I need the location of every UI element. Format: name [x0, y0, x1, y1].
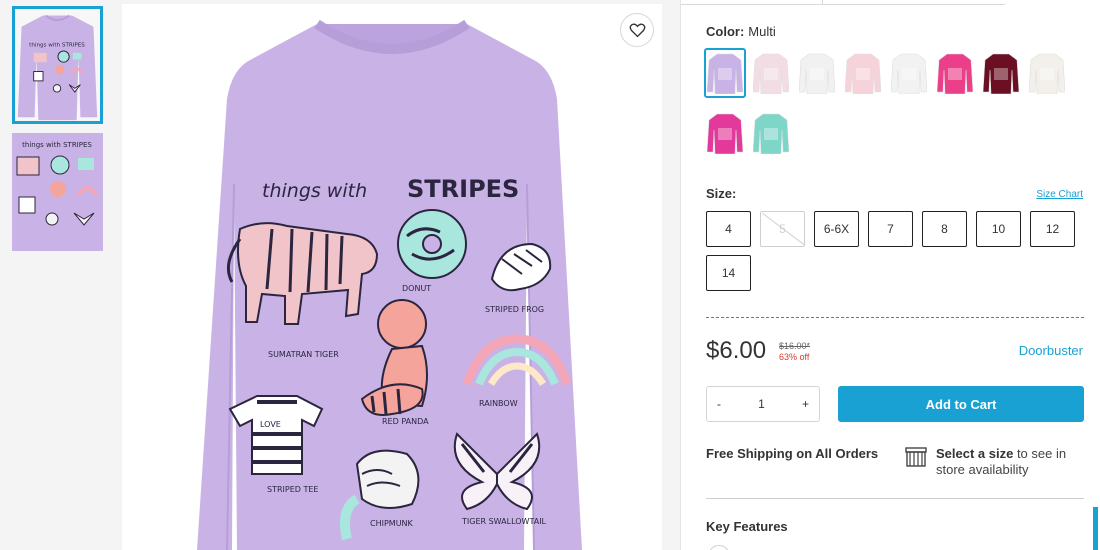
thumbnail-closeup-image: things with STRIPES [12, 133, 103, 251]
heart-icon [629, 22, 645, 37]
svg-text:things with STRIPES: things with STRIPES [29, 42, 85, 48]
swatch-shirt-image [937, 53, 973, 94]
color-swatch-6[interactable] [934, 48, 976, 98]
scroll-indicator[interactable] [1093, 507, 1098, 550]
color-swatch-5[interactable] [888, 48, 930, 98]
rainbow-label: RAINBOW [479, 399, 518, 408]
color-swatch-10[interactable] [750, 108, 792, 158]
color-swatch-8[interactable] [1026, 48, 1068, 98]
add-to-cart-button[interactable]: Add to Cart [838, 386, 1084, 422]
swatch-shirt-image [707, 113, 743, 154]
shirt-illustration: things with STRIPES SUMATRAN TIGER DONUT… [122, 4, 662, 550]
quantity-stepper: - 1 + [706, 386, 820, 422]
swatch-shirt-image [799, 53, 835, 94]
donut-label: DONUT [402, 284, 431, 293]
doorbuster-badge: Doorbuster [1018, 343, 1083, 358]
select-size-bold[interactable]: Select a size [936, 446, 1013, 461]
shirt-headline-right: STRIPES [407, 175, 519, 203]
color-value: Multi [748, 24, 776, 39]
color-swatch-7[interactable] [980, 48, 1022, 98]
size-option-10[interactable]: 10 [976, 211, 1021, 247]
tab-divider [822, 0, 823, 5]
color-swatch-9[interactable] [704, 108, 746, 158]
size-option-14[interactable]: 14 [706, 255, 751, 291]
main-product-image: things with STRIPES SUMATRAN TIGER DONUT… [122, 4, 662, 550]
quantity-decrease-button[interactable]: - [717, 397, 721, 411]
svg-text:things with STRIPES: things with STRIPES [22, 141, 92, 149]
swatch-shirt-image [753, 53, 789, 94]
swatch-shirt-image [753, 113, 789, 154]
thumbnail-front-image: things with STRIPES [15, 9, 100, 121]
swatch-shirt-image [983, 53, 1019, 94]
size-option-12[interactable]: 12 [1030, 211, 1075, 247]
unavailable-slash [762, 212, 804, 246]
quantity-increase-button[interactable]: + [802, 397, 809, 411]
frog-label: STRIPED FROG [485, 305, 544, 314]
panda-label: RED PANDA [382, 417, 429, 426]
quantity-input[interactable]: 1 [758, 397, 765, 411]
color-swatch-1[interactable] [704, 48, 746, 98]
store-icon [905, 447, 927, 467]
dashed-divider [706, 317, 1084, 318]
top-tab-strip [681, 0, 1005, 5]
key-features-heading: Key Features [706, 519, 788, 534]
tee-word: LOVE [260, 420, 281, 429]
color-swatch-2[interactable] [750, 48, 792, 98]
shirt-headline-left: things with [262, 180, 367, 202]
sale-price: $6.00 [706, 337, 767, 364]
thumbnail-front-view[interactable]: things with STRIPES [12, 6, 103, 124]
wishlist-button[interactable] [620, 13, 654, 47]
color-row: Color: Multi [706, 24, 776, 39]
color-swatch-4[interactable] [842, 48, 884, 98]
free-shipping-text: Free Shipping on All Orders [706, 446, 879, 461]
size-option-7[interactable]: 7 [868, 211, 913, 247]
thumbnail-graphic-closeup[interactable]: things with STRIPES [12, 133, 103, 251]
feature-icon [708, 545, 730, 550]
size-label: Size: [706, 186, 737, 201]
swatch-shirt-image [1029, 53, 1065, 94]
product-detail-panel: Color:Multi Size: Size Chart 456-6X78101… [680, 0, 1100, 550]
section-divider [706, 498, 1084, 499]
size-chart-link[interactable]: Size Chart [1036, 189, 1083, 200]
size-option-6-6X[interactable]: 6-6X [814, 211, 859, 247]
size-option-8[interactable]: 8 [922, 211, 967, 247]
discount-percent: 63% off [779, 352, 810, 362]
tee-label: STRIPED TEE [267, 485, 318, 494]
butterfly-label: TIGER SWALLOWTAIL [461, 517, 547, 526]
swatch-shirt-image [707, 53, 743, 94]
original-price: $16.00* [779, 341, 811, 351]
tiger-label: SUMATRAN TIGER [268, 350, 339, 359]
size-option-5: 5 [760, 211, 805, 247]
color-swatch-3[interactable] [796, 48, 838, 98]
size-option-4[interactable]: 4 [706, 211, 751, 247]
swatch-shirt-image [845, 53, 881, 94]
color-label: Color: [706, 24, 745, 39]
store-availability-text: Select a size to see in store availabili… [936, 446, 1096, 478]
swatch-shirt-image [891, 53, 927, 94]
chipmunk-label: CHIPMUNK [370, 519, 414, 528]
